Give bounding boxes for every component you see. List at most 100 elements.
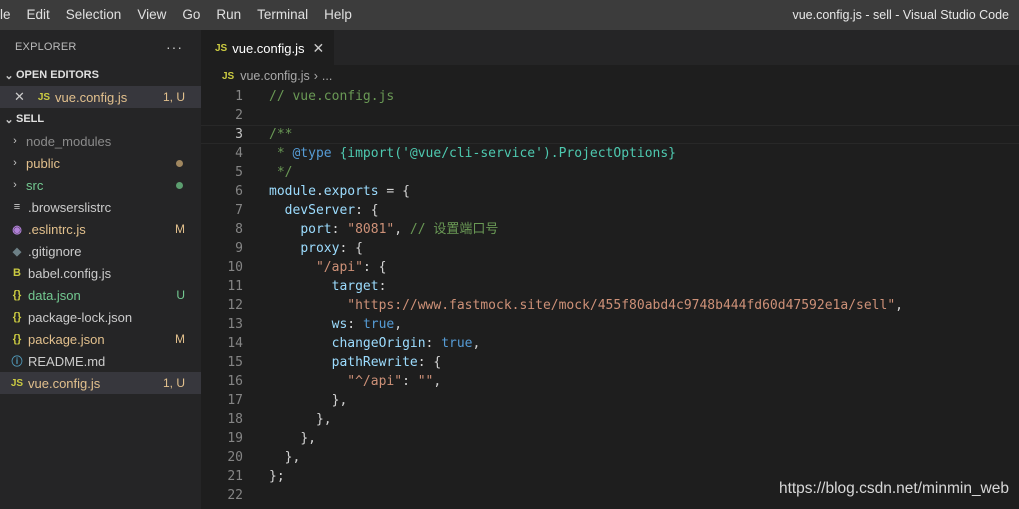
line-text: /** xyxy=(269,127,293,142)
line-number: 17 xyxy=(227,393,243,408)
code-line: 13 ws: true, xyxy=(201,315,1019,334)
line-text: "https://www.fastmock.site/mock/455f80ab… xyxy=(347,298,903,313)
more-actions-icon[interactable]: ··· xyxy=(166,39,183,55)
file-tree-item[interactable]: {} data.json U xyxy=(0,284,201,306)
explorer-sidebar: EXPLORER ··· ⌄ OPEN EDITORS ✕ JS vue.con… xyxy=(0,30,201,509)
code-line: 3 /** xyxy=(201,125,1019,144)
file-tree-item[interactable]: {} package-lock.json xyxy=(0,306,201,328)
code-line: 9 proxy: { xyxy=(201,239,1019,258)
explorer-header: EXPLORER ··· xyxy=(0,30,201,64)
menu-file[interactable]: le xyxy=(0,0,19,30)
menu-selection[interactable]: Selection xyxy=(58,0,130,30)
code-line: 17 }, xyxy=(201,391,1019,410)
git-status-dot xyxy=(176,181,183,189)
file-name: README.md xyxy=(28,353,106,369)
code-line: 12 "https://www.fastmock.site/mock/455f8… xyxy=(201,296,1019,315)
line-number: 19 xyxy=(227,431,243,446)
line-number: 4 xyxy=(235,146,243,161)
editor-area: JS vue.config.js ✕ JS vue.config.js › ..… xyxy=(201,30,1019,509)
code-line: 4 * @type {import('@vue/cli-service').Pr… xyxy=(201,144,1019,163)
file-tree-item[interactable]: › node_modules xyxy=(0,130,201,152)
line-number: 20 xyxy=(227,450,243,465)
watermark: https://blog.csdn.net/minmin_web xyxy=(778,480,1009,497)
menu-view[interactable]: View xyxy=(129,0,174,30)
line-text: "^/api": "", xyxy=(347,374,442,389)
breadcrumb: JS vue.config.js › ... xyxy=(201,65,1019,87)
file-name: package.json xyxy=(28,331,105,347)
folder-section-sell[interactable]: ⌄ SELL xyxy=(0,108,201,130)
chevron-down-icon: ⌄ xyxy=(4,69,14,82)
line-number: 7 xyxy=(235,203,243,218)
line-number: 3 xyxy=(235,127,243,142)
menu-bar: le Edit Selection View Go Run Terminal H… xyxy=(0,0,360,30)
menu-edit[interactable]: Edit xyxy=(19,0,58,30)
line-text: module.exports = { xyxy=(269,184,410,199)
line-number: 8 xyxy=(235,222,243,237)
js-file-icon: JS xyxy=(222,70,235,82)
file-tree-item[interactable]: ⓘ README.md xyxy=(0,350,201,372)
code-line: 10 "/api": { xyxy=(201,258,1019,277)
file-tree-item[interactable]: ◆ .gitignore xyxy=(0,240,201,262)
file-tree-item[interactable]: Bbabel.config.js xyxy=(0,262,201,284)
open-editors-label: OPEN EDITORS xyxy=(16,69,99,81)
line-text: "/api": { xyxy=(315,260,387,275)
chevron-right-icon: › xyxy=(13,157,17,169)
file-tree-item[interactable]: › public xyxy=(0,152,201,174)
file-type-icon: ◆ xyxy=(12,245,22,258)
line-text: target: xyxy=(331,279,387,294)
file-type-icon: JS xyxy=(10,377,24,389)
close-icon[interactable]: ✕ xyxy=(313,40,325,57)
window-title: vue.config.js - sell - Visual Studio Cod… xyxy=(792,8,1009,22)
open-editor-item[interactable]: ✕ JS vue.config.js 1, U xyxy=(0,86,201,108)
code-line: 7 devServer: { xyxy=(201,201,1019,220)
open-editors-section[interactable]: ⌄ OPEN EDITORS xyxy=(0,64,201,86)
close-icon[interactable]: ✕ xyxy=(14,89,30,105)
file-type-icon: ◉ xyxy=(12,223,22,236)
line-text: }; xyxy=(269,469,285,484)
file-type-icon: B xyxy=(13,267,21,279)
file-tree-item[interactable]: {} package.json M xyxy=(0,328,201,350)
line-number: 9 xyxy=(235,241,243,256)
git-status-badge: M xyxy=(175,222,185,236)
file-type-icon: ⓘ xyxy=(11,356,23,368)
menu-help[interactable]: Help xyxy=(316,0,360,30)
file-tree-item[interactable]: JS vue.config.js 1, U xyxy=(0,372,201,394)
breadcrumb-rest[interactable]: ... xyxy=(322,69,332,83)
line-text: }, xyxy=(331,393,348,408)
line-number: 10 xyxy=(227,260,243,275)
file-name: .eslintrc.js xyxy=(28,221,86,237)
line-text: changeOrigin: true, xyxy=(331,336,481,351)
line-number: 14 xyxy=(227,336,243,351)
folder-label: SELL xyxy=(16,113,45,125)
file-name: .gitignore xyxy=(28,243,82,259)
breadcrumb-file[interactable]: vue.config.js xyxy=(240,69,309,83)
code-line: 11 target: xyxy=(201,277,1019,296)
file-tree-item[interactable]: › src xyxy=(0,174,201,196)
title-bar: le Edit Selection View Go Run Terminal H… xyxy=(0,0,1019,30)
line-number: 6 xyxy=(235,184,243,199)
menu-run[interactable]: Run xyxy=(208,0,249,30)
file-name: vue.config.js xyxy=(28,375,101,391)
line-number: 18 xyxy=(227,412,243,427)
menu-terminal[interactable]: Terminal xyxy=(249,0,316,30)
line-number: 21 xyxy=(227,469,243,484)
file-tree-item[interactable]: ≡ .browserslistrc xyxy=(0,196,201,218)
open-editor-status: 1, U xyxy=(162,90,185,104)
tab-label: vue.config.js xyxy=(232,41,305,56)
file-name: babel.config.js xyxy=(28,265,112,281)
line-text: pathRewrite: { xyxy=(331,355,442,370)
line-number: 5 xyxy=(235,165,243,180)
code-line: 14 changeOrigin: true, xyxy=(201,334,1019,353)
chevron-right-icon: › xyxy=(13,179,17,191)
file-name: public xyxy=(26,155,60,171)
line-text: */ xyxy=(269,165,293,180)
menu-go[interactable]: Go xyxy=(174,0,208,30)
line-text: ws: true, xyxy=(331,317,403,332)
tab-vue-config[interactable]: JS vue.config.js ✕ xyxy=(201,30,335,66)
file-tree-item[interactable]: ◉ .eslintrc.js M xyxy=(0,218,201,240)
git-status-badge: M xyxy=(175,332,185,346)
line-text: // vue.config.js xyxy=(269,89,395,104)
code-line: 16 "^/api": "", xyxy=(201,372,1019,391)
file-name: src xyxy=(26,177,44,193)
code-line: 8 port: "8081", // 设置端口号 xyxy=(201,220,1019,239)
